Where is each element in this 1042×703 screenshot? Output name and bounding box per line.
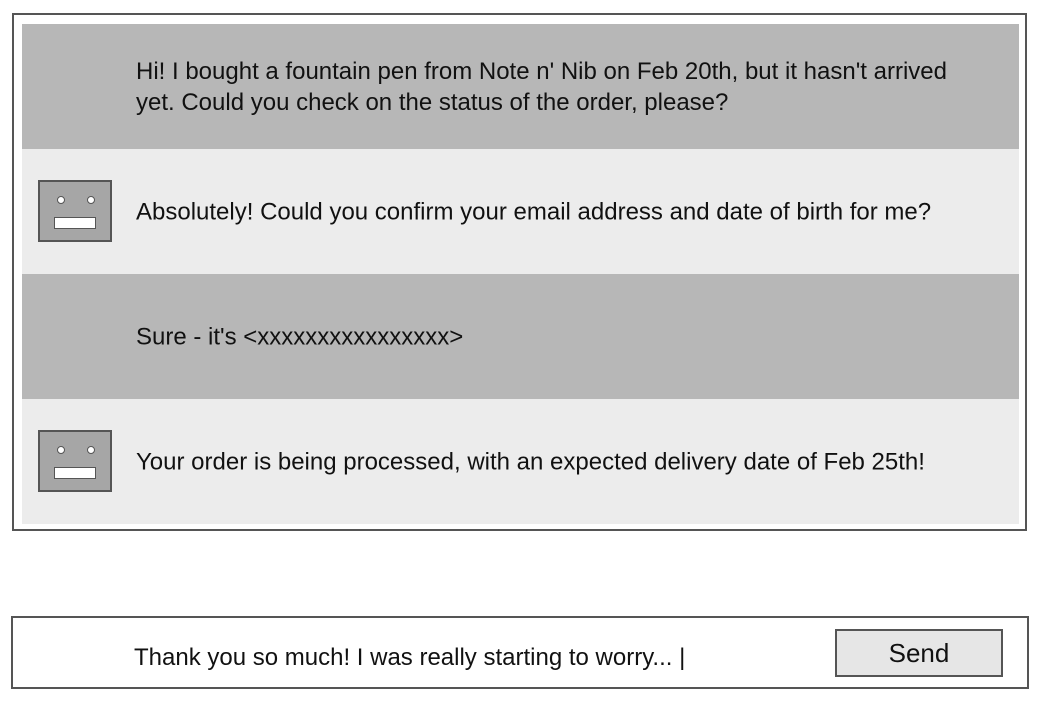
message-list: Hi! I bought a fountain pen from Note n'… xyxy=(22,24,1019,524)
message-composer: Send xyxy=(11,616,1029,689)
message-text: Absolutely! Could you confirm your email… xyxy=(136,198,932,225)
message-input[interactable] xyxy=(134,642,814,674)
robot-mouth xyxy=(54,467,96,479)
robot-eye-left xyxy=(57,196,65,204)
bot-message: Your order is being processed, with an e… xyxy=(22,399,1019,524)
user-message: Hi! I bought a fountain pen from Note n'… xyxy=(22,24,1019,149)
message-text: Sure - it's <xxxxxxxxxxxxxxxx> xyxy=(136,323,464,350)
user-message: Sure - it's <xxxxxxxxxxxxxxxx> xyxy=(22,274,1019,399)
robot-mouth xyxy=(54,217,96,229)
send-button[interactable]: Send xyxy=(835,629,1003,677)
robot-face-icon xyxy=(38,430,112,492)
robot-eye-right xyxy=(87,196,95,204)
bot-message: Absolutely! Could you confirm your email… xyxy=(22,149,1019,274)
robot-eye-right xyxy=(87,446,95,454)
chat-window: Hi! I bought a fountain pen from Note n'… xyxy=(12,13,1027,531)
message-text: Your order is being processed, with an e… xyxy=(136,448,925,475)
robot-face-icon xyxy=(38,180,112,242)
robot-eye-left xyxy=(57,446,65,454)
message-text: Hi! I bought a fountain pen from Note n'… xyxy=(136,57,947,116)
